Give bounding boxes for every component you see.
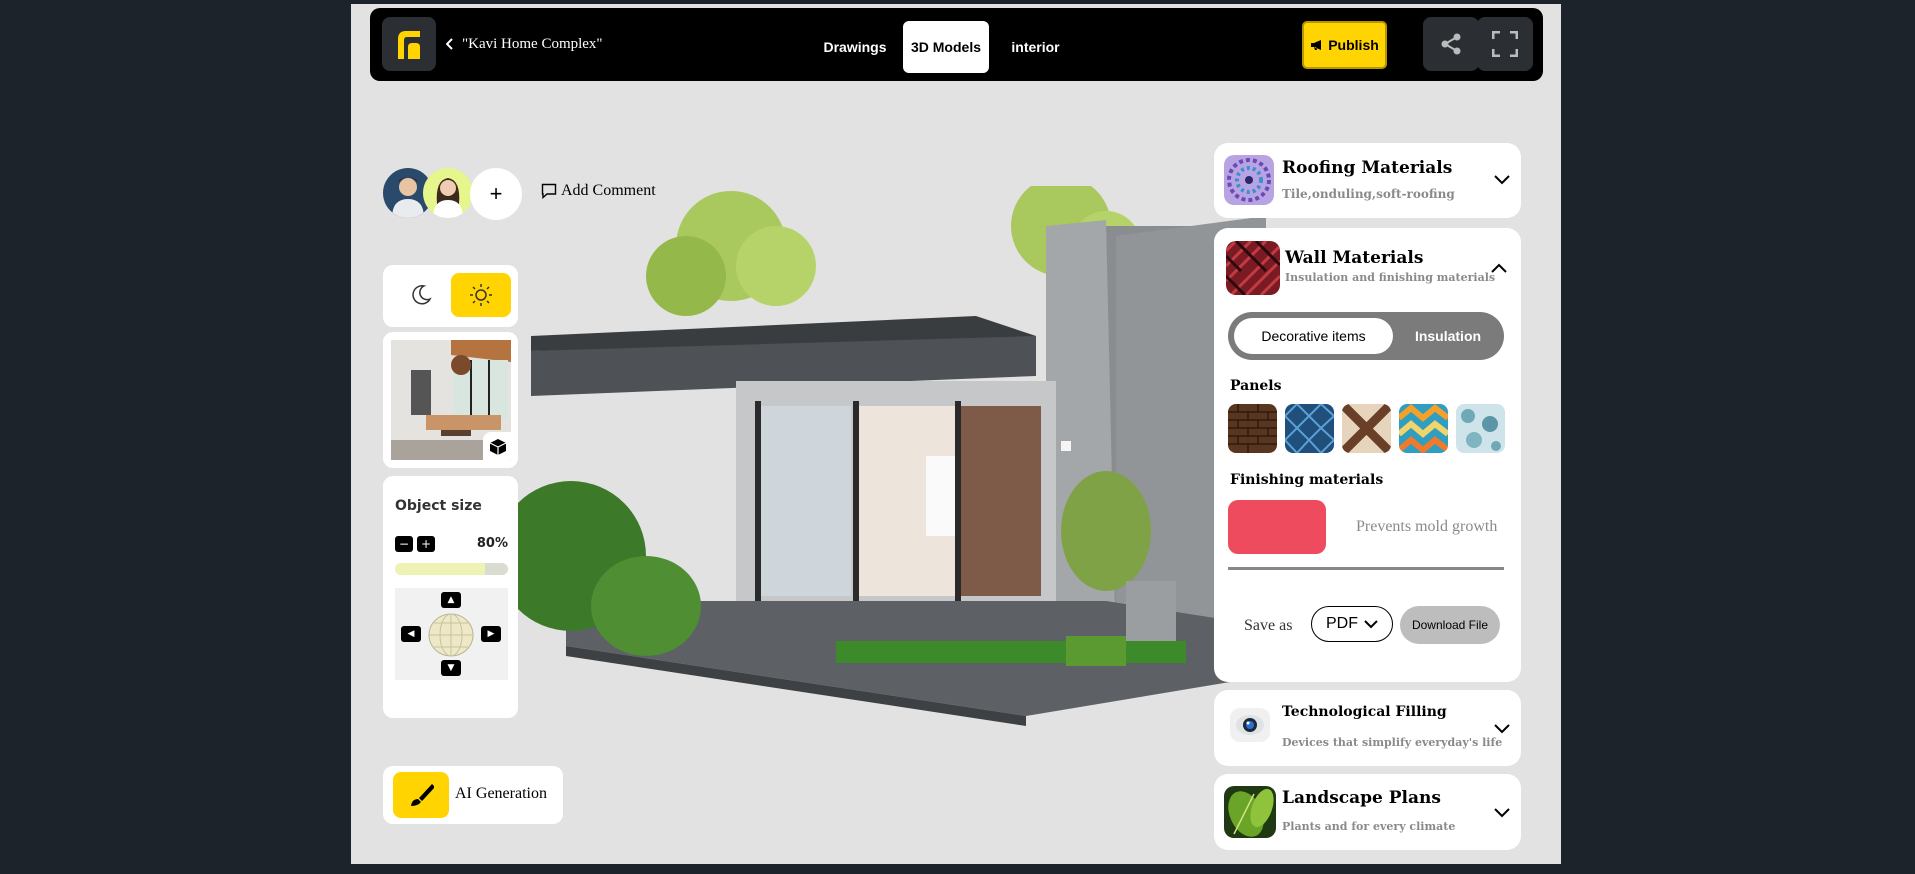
size-slider-fill	[395, 563, 486, 575]
plus-icon: +	[420, 537, 432, 551]
arrow-up-icon: ▲	[447, 595, 455, 605]
panel-swatch-chevron[interactable]	[1399, 404, 1448, 453]
wall-title: Wall Materials	[1285, 248, 1424, 268]
arrow-down-icon: ▼	[447, 663, 455, 673]
brush-icon	[411, 784, 434, 806]
roofing-subtitle: Tile,onduling,soft-roofing	[1282, 187, 1455, 201]
section-divider	[1228, 567, 1504, 570]
size-slider[interactable]	[395, 563, 508, 575]
avatar-user-2[interactable]	[423, 168, 473, 218]
wall-category-toggle: Decorative items Insulation	[1228, 312, 1504, 360]
format-value: PDF	[1326, 615, 1358, 632]
technological-filling-panel[interactable]: Technological Filling Devices that simpl…	[1214, 690, 1521, 766]
tech-title: Technological Filling	[1282, 704, 1447, 720]
chevron-left-icon	[446, 38, 453, 50]
ai-generation-button[interactable]: AI Generation	[383, 766, 563, 824]
project-title: "Kavi Home Complex"	[462, 35, 603, 52]
increase-size-button[interactable]: +	[417, 536, 435, 552]
panel-swatch-wood-x[interactable]	[1342, 404, 1391, 453]
finishing-materials-label: Finishing materials	[1230, 472, 1384, 488]
share-button[interactable]	[1423, 17, 1479, 71]
tab-insulation[interactable]: Insulation	[1398, 318, 1498, 354]
add-collaborator-button[interactable]: +	[470, 168, 522, 220]
landscape-thumbnail	[1224, 786, 1276, 838]
move-joystick: ▲ ▼ ◀ ▶	[395, 588, 508, 680]
move-left-button[interactable]: ◀	[401, 626, 421, 642]
tab-3d-models[interactable]: 3D Models	[903, 21, 989, 73]
view-3d-button[interactable]	[483, 432, 513, 462]
share-icon	[1441, 33, 1461, 55]
wall-subtitle: Insulation and finishing materials	[1285, 271, 1496, 284]
sun-icon	[470, 284, 492, 306]
move-right-button[interactable]: ▶	[481, 626, 501, 642]
panels-label: Panels	[1230, 378, 1282, 394]
dark-mode-button[interactable]	[397, 273, 445, 317]
landscape-plans-panel[interactable]: Landscape Plans Plants and for every cli…	[1214, 774, 1521, 850]
move-down-button[interactable]: ▼	[441, 660, 461, 676]
app-frame: "Kavi Home Complex" Drawings 3D Models i…	[351, 4, 1561, 864]
object-size-card: Object size − + 80% ▲ ▼ ◀ ▶	[383, 476, 518, 718]
comment-icon	[541, 183, 557, 199]
interior-preview-card[interactable]	[383, 332, 518, 468]
chevron-down-icon	[1364, 619, 1378, 628]
logo-icon	[398, 31, 420, 59]
globe-icon[interactable]	[428, 613, 474, 657]
back-link[interactable]: "Kavi Home Complex"	[446, 32, 603, 56]
megaphone-icon	[1311, 40, 1322, 50]
tab-decorative-items[interactable]: Decorative items	[1234, 318, 1393, 354]
top-bar: "Kavi Home Complex" Drawings 3D Models i…	[370, 8, 1543, 81]
add-comment-label: Add Comment	[561, 182, 656, 199]
add-comment-button[interactable]: Add Comment	[541, 182, 656, 200]
tech-thumbnail	[1230, 708, 1270, 742]
brush-icon-wrap	[393, 772, 449, 818]
panel-swatch-floral[interactable]	[1456, 404, 1505, 453]
chevron-down-icon	[1494, 808, 1510, 818]
person-icon	[433, 178, 463, 218]
finishing-color-swatch[interactable]	[1228, 500, 1326, 554]
size-percent: 80%	[476, 536, 508, 551]
light-mode-button[interactable]	[451, 273, 511, 317]
tab-drawings[interactable]: Drawings	[815, 21, 895, 73]
chevron-down-icon	[1494, 724, 1510, 734]
cube-icon	[489, 439, 507, 455]
fullscreen-icon	[1492, 31, 1518, 57]
format-select[interactable]: PDF	[1311, 606, 1393, 642]
move-up-button[interactable]: ▲	[441, 592, 461, 608]
logo-button[interactable]	[382, 17, 436, 71]
arrow-right-icon: ▶	[487, 629, 495, 639]
chevron-down-icon	[1494, 175, 1510, 185]
panel-swatch-brick[interactable]	[1228, 404, 1277, 453]
landscape-title: Landscape Plans	[1282, 788, 1441, 808]
roofing-title: Roofing Materials	[1282, 158, 1453, 178]
house-3d-model[interactable]	[506, 186, 1266, 726]
plus-icon: +	[489, 181, 503, 206]
ai-generation-label: AI Generation	[455, 785, 547, 802]
publish-label: Publish	[1328, 37, 1379, 53]
object-size-title: Object size	[395, 498, 482, 514]
decrease-size-button[interactable]: −	[395, 536, 413, 552]
fullscreen-button[interactable]	[1477, 17, 1533, 71]
publish-button[interactable]: Publish	[1302, 21, 1387, 69]
moon-icon	[412, 285, 432, 305]
chevron-up-icon[interactable]	[1491, 263, 1507, 273]
arrow-left-icon: ◀	[407, 629, 415, 639]
tab-interior[interactable]: interior	[998, 21, 1073, 73]
wall-materials-panel: Wall Materials Insulation and finishing …	[1214, 228, 1521, 682]
finishing-description: Prevents mold growth	[1356, 518, 1498, 535]
minus-icon: −	[398, 537, 410, 551]
save-as-label: Save as	[1244, 617, 1293, 634]
roofing-materials-panel[interactable]: Roofing Materials Tile,onduling,soft-roo…	[1214, 143, 1521, 218]
roofing-thumbnail	[1224, 155, 1274, 205]
tech-subtitle: Devices that simplify everyday's life	[1282, 736, 1503, 749]
download-file-button[interactable]: Download File	[1400, 606, 1500, 644]
panel-swatch-blue-diamond[interactable]	[1285, 404, 1334, 453]
wall-thumbnail	[1226, 241, 1280, 295]
landscape-subtitle: Plants and for every climate	[1282, 820, 1456, 833]
theme-toggle	[383, 265, 518, 327]
